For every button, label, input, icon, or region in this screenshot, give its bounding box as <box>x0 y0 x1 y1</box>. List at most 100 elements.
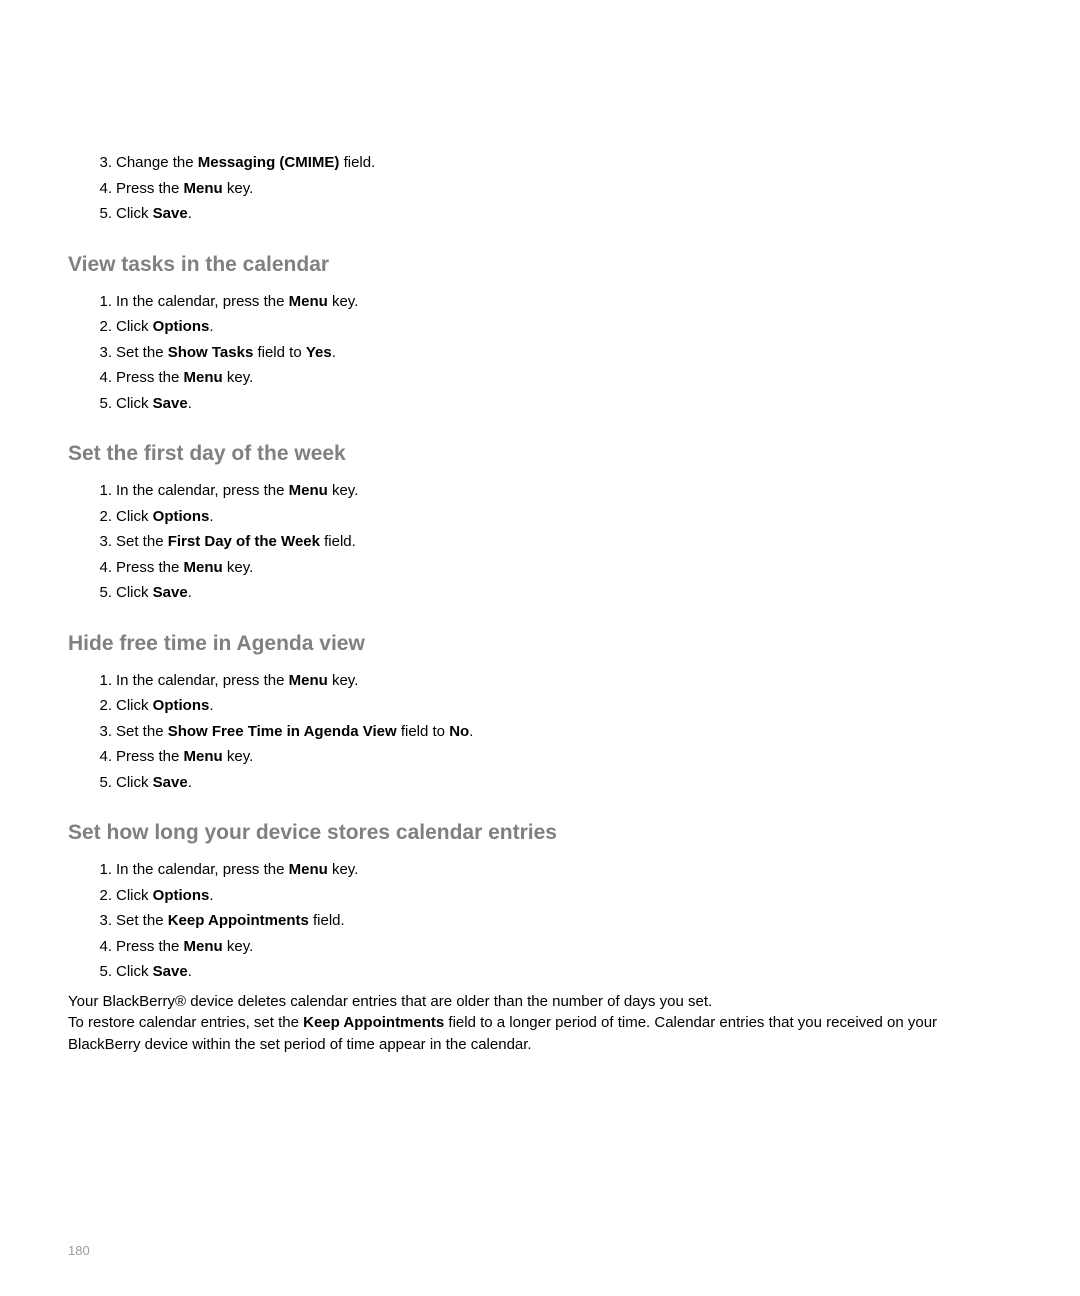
step-number: 1. <box>88 289 112 315</box>
step-item: 4.Press the Menu key. <box>116 176 1012 202</box>
section4-para2: To restore calendar entries, set the Kee… <box>68 1012 1012 1056</box>
intro-steps-list: 3.Change the Messaging (CMIME) field.4.P… <box>68 150 1012 227</box>
step-text-post: . <box>188 205 192 222</box>
step-item: 3.Set the Show Tasks field to Yes. <box>116 340 1012 366</box>
section3-block: 1.In the calendar, press the Menu key.2.… <box>68 668 1012 796</box>
step-item: 2.Click Options. <box>116 693 1012 719</box>
step-text-bold: Menu <box>184 938 223 955</box>
step-text-post: key. <box>223 938 254 955</box>
step-text-post: field. <box>309 912 345 929</box>
step-text-pre: Click <box>116 508 153 525</box>
step-item: 4.Press the Menu key. <box>116 744 1012 770</box>
step-text-bold: Options <box>153 508 210 525</box>
section2-steps-list: 1.In the calendar, press the Menu key.2.… <box>68 478 1012 606</box>
step-text-post: field to <box>397 723 450 740</box>
step-text-pre: Click <box>116 774 153 791</box>
step-item: 1.In the calendar, press the Menu key. <box>116 289 1012 315</box>
step-item: 1.In the calendar, press the Menu key. <box>116 478 1012 504</box>
step-number: 2. <box>88 693 112 719</box>
step-number: 1. <box>88 478 112 504</box>
step-item: 3.Set the First Day of the Week field. <box>116 529 1012 555</box>
step-text-pre: Click <box>116 887 153 904</box>
step-text-bold: Menu <box>289 672 328 689</box>
step-text-pre: In the calendar, press the <box>116 861 289 878</box>
step-text-pre: In the calendar, press the <box>116 482 289 499</box>
step-text-pre: Change the <box>116 154 198 171</box>
step-text-post: key. <box>328 293 359 310</box>
step-number: 2. <box>88 883 112 909</box>
section1-steps-list: 1.In the calendar, press the Menu key.2.… <box>68 289 1012 417</box>
section4-para2-bold: Keep Appointments <box>303 1014 444 1031</box>
step-text-pre: Press the <box>116 180 184 197</box>
step-item: 1.In the calendar, press the Menu key. <box>116 857 1012 883</box>
step-text-bold: Menu <box>289 861 328 878</box>
step-text-pre: Press the <box>116 559 184 576</box>
section4-steps-list: 1.In the calendar, press the Menu key.2.… <box>68 857 1012 985</box>
step-text-post2: . <box>332 344 336 361</box>
section3-heading: Hide free time in Agenda view <box>68 632 1012 656</box>
step-text-pre: Click <box>116 395 153 412</box>
section4-block: 1.In the calendar, press the Menu key.2.… <box>68 857 1012 985</box>
section4-para1: Your BlackBerry® device deletes calendar… <box>68 991 1012 1013</box>
step-text-post: key. <box>223 559 254 576</box>
step-text-bold: Menu <box>184 180 223 197</box>
step-text-bold: Save <box>153 774 188 791</box>
step-text-post: field to <box>253 344 306 361</box>
step-text-pre: In the calendar, press the <box>116 293 289 310</box>
step-number: 3. <box>88 340 112 366</box>
step-text-post: . <box>188 584 192 601</box>
step-item: 5.Click Save. <box>116 770 1012 796</box>
step-number: 3. <box>88 719 112 745</box>
step-item: 3.Change the Messaging (CMIME) field. <box>116 150 1012 176</box>
step-text-bold: Menu <box>184 748 223 765</box>
step-number: 4. <box>88 365 112 391</box>
step-text-bold: Save <box>153 395 188 412</box>
step-text-post: . <box>188 774 192 791</box>
step-number: 3. <box>88 150 112 176</box>
step-number: 4. <box>88 555 112 581</box>
step-item: 5.Click Save. <box>116 580 1012 606</box>
step-number: 5. <box>88 391 112 417</box>
step-item: 4.Press the Menu key. <box>116 365 1012 391</box>
step-text-post: . <box>209 508 213 525</box>
step-item: 3.Set the Show Free Time in Agenda View … <box>116 719 1012 745</box>
step-text-post2: . <box>469 723 473 740</box>
step-number: 2. <box>88 504 112 530</box>
step-item: 2.Click Options. <box>116 504 1012 530</box>
step-text-bold: Show Tasks <box>168 344 254 361</box>
page-number: 180 <box>68 1243 90 1258</box>
step-number: 4. <box>88 744 112 770</box>
step-text-bold: Options <box>153 697 210 714</box>
step-text-pre: Click <box>116 697 153 714</box>
step-text-bold: Show Free Time in Agenda View <box>168 723 397 740</box>
step-text-pre: Click <box>116 205 153 222</box>
step-text-pre: Set the <box>116 344 168 361</box>
step-text-post: field. <box>339 154 375 171</box>
step-text-bold2: No <box>449 723 469 740</box>
step-text-pre: Set the <box>116 723 168 740</box>
step-number: 5. <box>88 580 112 606</box>
section2-heading: Set the first day of the week <box>68 442 1012 466</box>
step-item: 5.Click Save. <box>116 391 1012 417</box>
intro-steps-block: 3.Change the Messaging (CMIME) field.4.P… <box>68 150 1012 227</box>
step-text-bold2: Yes <box>306 344 332 361</box>
step-text-post: . <box>209 318 213 335</box>
step-text-bold: Options <box>153 318 210 335</box>
step-text-bold: Menu <box>184 559 223 576</box>
step-text-post: key. <box>223 369 254 386</box>
step-item: 3.Set the Keep Appointments field. <box>116 908 1012 934</box>
step-text-post: key. <box>328 482 359 499</box>
step-text-post: key. <box>223 180 254 197</box>
step-text-bold: Messaging (CMIME) <box>198 154 340 171</box>
step-text-bold: Save <box>153 205 188 222</box>
step-text-bold: Keep Appointments <box>168 912 309 929</box>
section3-steps-list: 1.In the calendar, press the Menu key.2.… <box>68 668 1012 796</box>
step-item: 5.Click Save. <box>116 959 1012 985</box>
step-number: 1. <box>88 668 112 694</box>
step-text-pre: Click <box>116 318 153 335</box>
step-text-post: . <box>188 395 192 412</box>
step-number: 2. <box>88 314 112 340</box>
step-text-post: field. <box>320 533 356 550</box>
step-number: 4. <box>88 176 112 202</box>
section4-para2-pre: To restore calendar entries, set the <box>68 1014 303 1031</box>
